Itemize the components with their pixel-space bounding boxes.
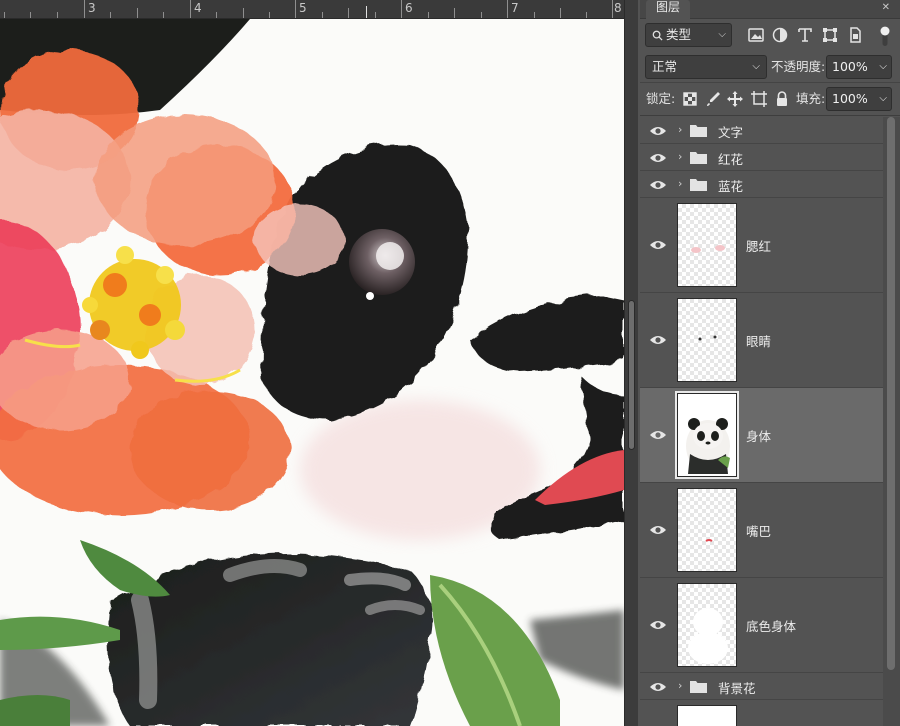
chevron-right-icon[interactable]: › <box>678 150 682 163</box>
layer-name: 底色身体 <box>746 619 797 634</box>
blend-opacity-row: 正常 ⌵ 不透明度: 100% ⌵ <box>640 51 900 83</box>
horizontal-ruler: 3 4 5 6 7 8 <box>0 0 624 19</box>
layer-name: 嘴巴 <box>746 524 772 539</box>
chevron-down-icon: ⌵ <box>752 61 760 72</box>
chevron-down-icon[interactable]: ⌵ <box>879 56 887 78</box>
tab-layers[interactable]: 图层 <box>646 0 691 19</box>
shape-layer-filter-icon[interactable] <box>821 26 839 44</box>
canvas-vertical-scrollbar[interactable] <box>624 0 638 726</box>
ruler-mark: 6 <box>405 1 413 15</box>
filter-kind-select[interactable]: 类型 ⌵ <box>645 23 732 47</box>
document-canvas[interactable]: 3 4 5 6 7 8 <box>0 0 624 726</box>
layer-row[interactable]: 腮红 <box>640 198 883 293</box>
layer-name: 红花 <box>718 152 744 167</box>
layer-name: 眼睛 <box>746 334 772 349</box>
pixel-layer-filter-icon[interactable] <box>747 26 765 44</box>
layer-name: 腮红 <box>746 239 772 254</box>
folder-icon <box>690 179 707 191</box>
lock-all-icon[interactable] <box>773 90 791 108</box>
layer-row-group[interactable]: › 背景花 <box>640 673 883 700</box>
layer-thumbnail[interactable] <box>675 391 739 479</box>
canvas-scroll-thumb[interactable] <box>628 300 635 450</box>
layer-row-partial[interactable] <box>640 700 883 726</box>
eye-icon[interactable] <box>649 125 667 137</box>
smart-object-filter-icon[interactable] <box>846 26 864 44</box>
type-layer-filter-icon[interactable] <box>796 26 814 44</box>
blend-mode-value: 正常 <box>652 59 678 74</box>
layer-row[interactable]: 嘴巴 <box>640 483 883 578</box>
layers-vertical-scrollbar[interactable] <box>883 117 900 726</box>
opacity-label: 不透明度: <box>771 59 826 74</box>
folder-icon <box>690 125 707 137</box>
ruler-mark: 3 <box>88 1 96 15</box>
layers-scroll-thumb[interactable] <box>887 117 895 670</box>
eye-icon[interactable] <box>649 179 667 191</box>
layer-row-group[interactable]: › 红花 <box>640 144 883 171</box>
lock-image-pixels-icon[interactable] <box>704 90 722 108</box>
chevron-right-icon[interactable]: › <box>678 123 682 136</box>
eye-icon[interactable] <box>649 239 667 251</box>
layer-row[interactable]: 眼睛 <box>640 293 883 388</box>
opacity-value: 100% <box>832 59 868 74</box>
close-icon[interactable]: ✕ <box>882 2 890 13</box>
fill-label: 填充: <box>796 91 826 106</box>
search-icon <box>652 30 663 41</box>
chevron-down-icon: ⌵ <box>718 29 726 40</box>
chevron-right-icon[interactable]: › <box>678 679 682 692</box>
ruler-mark: 5 <box>299 1 307 15</box>
layer-thumbnail[interactable] <box>677 488 737 572</box>
layer-filter-row: 类型 ⌵ <box>640 19 900 51</box>
ruler-mark: 8 <box>614 1 622 15</box>
layer-row-selected[interactable]: 身体 <box>640 388 883 483</box>
blend-mode-select[interactable]: 正常 ⌵ <box>645 55 767 79</box>
fill-field[interactable]: 100% ⌵ <box>826 87 892 111</box>
layer-thumbnail[interactable] <box>677 203 737 287</box>
ruler-mark: 4 <box>194 1 202 15</box>
layer-name: 文字 <box>718 125 744 140</box>
eye-icon[interactable] <box>649 152 667 164</box>
layer-row[interactable]: 底色身体 <box>640 578 883 673</box>
filter-toggle-switch[interactable] <box>880 24 890 48</box>
chevron-right-icon[interactable]: › <box>678 177 682 190</box>
panel-tabbar: 图层 ✕ <box>640 0 900 19</box>
folder-icon <box>690 681 707 693</box>
layer-thumbnail[interactable] <box>677 583 737 667</box>
lock-artboard-icon[interactable] <box>750 90 768 108</box>
eye-icon[interactable] <box>649 524 667 536</box>
layer-name: 背景花 <box>718 681 756 696</box>
opacity-field[interactable]: 100% ⌵ <box>826 55 892 79</box>
panda-flower-artwork[interactable] <box>0 19 624 726</box>
layer-name: 蓝花 <box>718 179 744 194</box>
layer-thumbnail[interactable] <box>677 705 737 726</box>
adjustment-layer-filter-icon[interactable] <box>771 26 789 44</box>
eye-icon[interactable] <box>649 681 667 693</box>
layer-row-group[interactable]: › 文字 <box>640 117 883 144</box>
filter-kind-label: 类型 <box>666 27 692 42</box>
ruler-mark: 7 <box>511 1 519 15</box>
lock-fill-row: 锁定: 填充: 100% ⌵ <box>640 84 900 116</box>
layer-thumbnail[interactable] <box>677 298 737 382</box>
fill-value: 100% <box>832 91 868 106</box>
chevron-down-icon[interactable]: ⌵ <box>879 88 887 110</box>
eye-icon[interactable] <box>649 619 667 631</box>
eye-icon[interactable] <box>649 334 667 346</box>
layers-panel: 图层 ✕ 类型 ⌵ 正常 ⌵ 不透明度: 100% ⌵ 锁定: 填充: 100%… <box>640 0 900 726</box>
lock-transparent-pixels-icon[interactable] <box>681 90 699 108</box>
eye-icon[interactable] <box>649 429 667 441</box>
lock-position-icon[interactable] <box>726 90 744 108</box>
layers-list: › 文字 › 红花 › 蓝花 腮红 眼睛 身体 嘴巴 底色身体 › 背景花 <box>640 117 883 726</box>
lock-label: 锁定: <box>646 91 676 106</box>
layer-row-group[interactable]: › 蓝花 <box>640 171 883 198</box>
folder-icon <box>690 152 707 164</box>
layer-name: 身体 <box>746 429 772 444</box>
